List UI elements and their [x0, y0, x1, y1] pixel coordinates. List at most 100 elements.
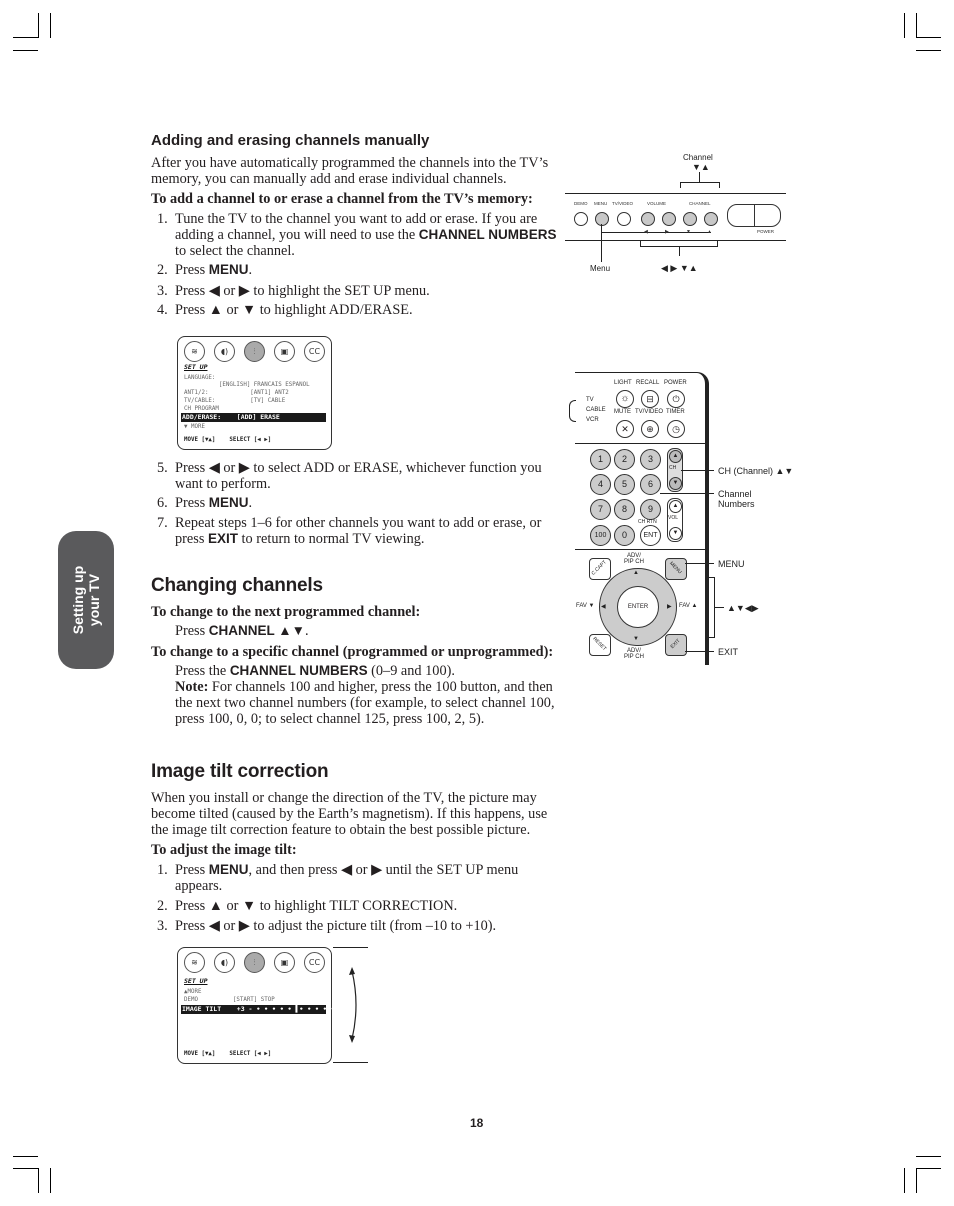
remote-divider — [575, 443, 705, 444]
callout-line — [681, 470, 714, 471]
power-button[interactable] — [727, 204, 781, 227]
tv-video-button-remote[interactable]: ⊕ — [641, 420, 659, 438]
volume-up-button[interactable] — [662, 212, 676, 226]
section-heading-adding-erasing: Adding and erasing channels manually — [151, 132, 430, 149]
ch-rtn-label: CH RTN — [638, 519, 657, 525]
step-number: 1. — [157, 211, 168, 227]
osd-footer: MOVE [▼▲] SELECT [◀ ▶] — [184, 1051, 272, 1057]
osd-row: ANT1/2: [ANT1] ANT2 — [184, 390, 289, 396]
crop-mark — [916, 37, 941, 38]
step-number: 1. — [157, 862, 168, 878]
power-icon: ⏻ — [672, 394, 680, 404]
section-heading-changing-channels: Changing channels — [151, 575, 323, 596]
menu-button-remote[interactable]: MENU — [665, 558, 687, 580]
key-100[interactable]: 100 — [590, 525, 611, 546]
step-text: Press — [175, 862, 209, 878]
osd-row: [ENGLISH] FRANCAIS ESPANOL — [184, 382, 310, 388]
callout-menu: MENU — [718, 559, 745, 569]
nav-right-arrow[interactable]: ▶ — [667, 603, 672, 610]
picture-icon: ≋ — [184, 952, 205, 973]
light-button[interactable]: ☼ — [616, 390, 634, 408]
vol-down-button[interactable]: ▼ — [669, 527, 682, 540]
panel-label-volume: VOLUME — [647, 201, 667, 206]
crop-mark — [50, 13, 51, 38]
key-0[interactable]: 0 — [614, 525, 635, 546]
step-text: (0–9 and 100). — [367, 663, 455, 679]
callout-line — [717, 240, 718, 246]
section3-intro: When you install or change the direction… — [151, 790, 548, 838]
callout-line — [680, 182, 681, 188]
key-8[interactable]: 8 — [614, 499, 635, 520]
osd-title: SET UP — [184, 977, 208, 985]
key-5[interactable]: 5 — [614, 474, 635, 495]
key-6[interactable]: 6 — [640, 474, 661, 495]
step-number: 2. — [157, 898, 168, 914]
step-text: Press ▲ or ▼ to highlight TILT CORRECTIO… — [175, 898, 458, 914]
remote-label-recall: RECALL — [636, 380, 660, 386]
osd-highlight-row: ADD/ERASE: [ADD] ERASE — [181, 413, 326, 422]
mode-switch[interactable] — [569, 400, 576, 422]
nav-down-arrow[interactable]: ▼ — [633, 636, 639, 642]
recall-icon: ⊟ — [646, 394, 654, 404]
key-9[interactable]: 9 — [640, 499, 661, 520]
panel-label-demo: DEMO — [574, 201, 588, 206]
step-item: 2. Press ▲ or ▼ to highlight TILT CORREC… — [157, 898, 557, 914]
enter-button[interactable]: ENTER — [617, 586, 659, 628]
section1-intro: After you have automatically programmed … — [151, 155, 549, 187]
osd-icon-row: ≋ ◖) ⫶ ▣ CC — [184, 952, 325, 974]
vol-rocker[interactable]: ▲ VOL ▼ — [667, 498, 683, 542]
key-7[interactable]: 7 — [590, 499, 611, 520]
key-3[interactable]: 3 — [640, 449, 661, 470]
recall-button[interactable]: ⊟ — [641, 390, 659, 408]
osd-footer: MOVE [▼▲] SELECT [◀ ▶] — [184, 437, 272, 443]
step-text: Press — [175, 495, 209, 511]
setup-icon: ⫶ — [244, 952, 265, 973]
callout-ch: CH (Channel) ▲▼ — [718, 466, 794, 476]
demo-button[interactable] — [574, 212, 588, 226]
nav-left-arrow[interactable]: ◀ — [601, 603, 606, 610]
ch-down-button[interactable]: ▼ — [669, 477, 682, 490]
section2-subhead2: To change to a specific channel (program… — [151, 644, 554, 660]
channel-down-button[interactable] — [683, 212, 697, 226]
key-4[interactable]: 4 — [590, 474, 611, 495]
video-camera-icon: ▣ — [274, 952, 295, 973]
mute-button[interactable]: ✕ — [616, 420, 634, 438]
mode-cable[interactable]: CABLE — [586, 407, 606, 413]
mode-vcr[interactable]: VCR — [586, 417, 599, 423]
step-number: 7. — [157, 515, 168, 531]
step-item: 3. Press ◀ or ▶ to adjust the picture ti… — [157, 918, 557, 934]
vol-label: VOL — [668, 515, 679, 521]
step-item: 3. Press ◀ or ▶ to highlight the SET UP … — [157, 283, 557, 299]
step-text: Press ◀ or ▶ to highlight the SET UP men… — [175, 283, 430, 299]
tilt-graphic-bottom-line — [333, 1062, 368, 1063]
exit-button[interactable]: EXIT — [665, 634, 687, 656]
volume-down-button[interactable] — [641, 212, 655, 226]
remote-label-mute: MUTE — [614, 409, 631, 415]
adv-pip-top-label: ADV/ PIP CH — [624, 553, 644, 565]
crop-mark — [916, 1168, 917, 1193]
ch-up-button[interactable]: ▲ — [669, 450, 682, 463]
key-1[interactable]: 1 — [590, 449, 611, 470]
crop-mark — [38, 1168, 39, 1193]
power-button-remote[interactable]: ⏻ — [667, 390, 685, 408]
timer-icon: ◷ — [672, 424, 680, 434]
vol-up-button[interactable]: ▲ — [669, 500, 682, 513]
c-capt-button[interactable]: C.CAPT — [589, 558, 611, 580]
step-text: Press the — [175, 663, 230, 679]
timer-button[interactable]: ◷ — [667, 420, 685, 438]
key-ent[interactable]: ENT — [640, 525, 661, 546]
crop-mark — [904, 13, 905, 38]
osd-tilt-row: IMAGE TILT +3 - • • • • • ▌• • • • • • + — [181, 1005, 351, 1014]
key-2[interactable]: 2 — [614, 449, 635, 470]
menu-button[interactable] — [595, 212, 609, 226]
step-keyword: MENU — [208, 862, 249, 877]
section1-subhead: To add a channel to or erase a channel f… — [151, 191, 533, 207]
osd-row: TV/CABLE: [TV] CABLE — [184, 398, 286, 404]
osd-more: ▼ MORE — [184, 424, 205, 430]
tv-video-button[interactable] — [617, 212, 631, 226]
mode-tv[interactable]: TV — [586, 397, 594, 403]
power-divider — [754, 205, 755, 226]
reset-button[interactable]: RESET — [589, 634, 611, 656]
nav-up-arrow[interactable]: ▲ — [633, 570, 639, 576]
channel-up-button[interactable] — [704, 212, 718, 226]
